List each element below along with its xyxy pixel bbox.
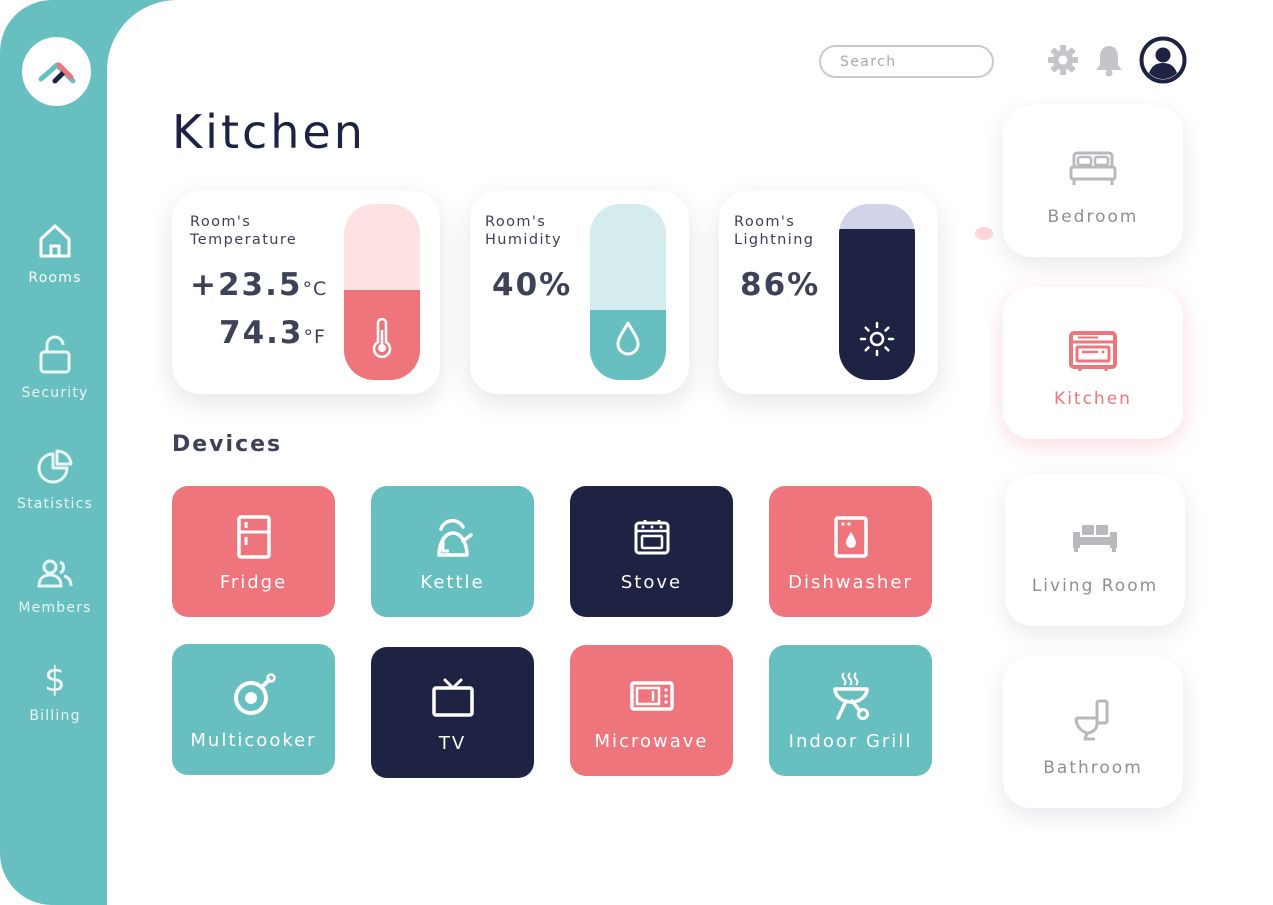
device-fridge[interactable]: Fridge (172, 486, 335, 617)
lighting-label: Room's Lightning (734, 214, 815, 248)
device-microwave[interactable]: Microwave (570, 645, 733, 776)
sidebar-item-label: Rooms (28, 270, 82, 286)
room-card-bedroom[interactable]: Bedroom (1003, 105, 1183, 257)
multicooker-icon (231, 670, 277, 720)
device-stove[interactable]: Stove (570, 486, 733, 617)
temperature-celsius: +23.5°C (190, 267, 327, 303)
lock-icon (37, 335, 73, 375)
room-label: Living Room (1031, 576, 1159, 596)
sidebar-item-label: Statistics (17, 496, 93, 512)
droplet-icon (613, 320, 643, 362)
device-dishwasher[interactable]: Dishwasher (769, 486, 932, 617)
temperature-fahrenheit: 74.3°F (219, 315, 326, 351)
user-avatar-icon[interactable] (1139, 36, 1187, 84)
device-label: Multicooker (190, 730, 317, 751)
kettle-icon (433, 512, 473, 562)
devices-section-title: Devices (172, 432, 283, 457)
room-label: Bathroom (1043, 758, 1143, 778)
thermometer-icon (370, 317, 394, 362)
humidity-gauge (590, 204, 666, 380)
bed-icon (1068, 145, 1118, 193)
sidebar-item-label: Security (21, 385, 89, 401)
microwave-icon (629, 671, 675, 721)
humidity-card: Room's Humidity 40% (470, 191, 689, 394)
device-label: Stove (620, 572, 683, 593)
room-card-living-room[interactable]: Living Room (1005, 474, 1185, 626)
device-multicooker[interactable]: Multicooker (172, 644, 335, 775)
humidity-value: 40% (492, 267, 573, 303)
device-indoor-grill[interactable]: Indoor Grill (769, 645, 932, 776)
oven-icon (1068, 327, 1118, 375)
dollar-icon: $ (40, 660, 70, 698)
lighting-gauge-fill (839, 228, 915, 380)
humidity-label: Room's Humidity (485, 214, 562, 248)
search-input[interactable] (819, 45, 994, 78)
humidity-gauge-fill (590, 309, 666, 380)
device-label: Dishwasher (788, 572, 913, 593)
room-card-kitchen[interactable]: Kitchen (1003, 287, 1183, 439)
gear-icon[interactable] (1046, 43, 1080, 77)
dishwasher-icon (833, 512, 869, 562)
temperature-fahrenheit-value: 74.3 (219, 315, 304, 351)
sun-icon (858, 320, 896, 362)
lighting-card: Room's Lightning 86% (719, 191, 938, 394)
sidebar-item-statistics[interactable]: Statistics (0, 448, 110, 512)
sidebar-item-label: Billing (29, 708, 81, 724)
temperature-gauge (344, 204, 420, 380)
room-label: Kitchen (1054, 389, 1132, 409)
sidebar-item-members[interactable]: Members (0, 558, 110, 616)
temperature-celsius-unit: °C (302, 278, 328, 300)
tv-icon (431, 673, 475, 723)
device-label: TV (438, 733, 467, 754)
temperature-gauge-fill (344, 290, 420, 380)
fridge-icon (236, 512, 272, 562)
temperature-label: Room's Temperature (190, 214, 298, 248)
sidebar-item-security[interactable]: Security (0, 335, 110, 401)
device-label: Indoor Grill (788, 731, 913, 752)
device-label: Fridge (219, 572, 288, 593)
sofa-icon (1070, 514, 1120, 562)
device-label: Microwave (594, 731, 709, 752)
bell-icon[interactable] (1093, 43, 1125, 77)
temperature-fahrenheit-unit: °F (303, 326, 326, 348)
temperature-celsius-value: +23.5 (190, 267, 303, 303)
room-label: Bedroom (1047, 207, 1139, 227)
lighting-gauge (839, 204, 915, 380)
users-icon (36, 558, 74, 590)
grill-icon (830, 671, 872, 721)
svg-text:$: $ (44, 660, 66, 698)
device-label: Kettle (420, 572, 485, 593)
decorative-dot (975, 227, 993, 240)
home-icon (37, 222, 73, 260)
device-tv[interactable]: TV (371, 647, 534, 778)
stove-icon (633, 512, 671, 562)
sidebar-item-label: Members (18, 600, 92, 616)
sidebar-item-rooms[interactable]: Rooms (0, 222, 110, 286)
sidebar-item-billing[interactable]: $ Billing (0, 660, 110, 724)
pie-chart-icon (36, 448, 74, 486)
app-window: Rooms Security Statistics Members $ Bill… (0, 0, 1273, 905)
lighting-value: 86% (740, 267, 821, 303)
toilet-icon (1073, 696, 1113, 744)
temperature-card: Room's Temperature +23.5°C 74.3°F (172, 191, 440, 394)
room-card-bathroom[interactable]: Bathroom (1003, 656, 1183, 808)
page-title: Kitchen (172, 105, 366, 159)
logo-icon[interactable] (22, 37, 91, 106)
device-kettle[interactable]: Kettle (371, 486, 534, 617)
